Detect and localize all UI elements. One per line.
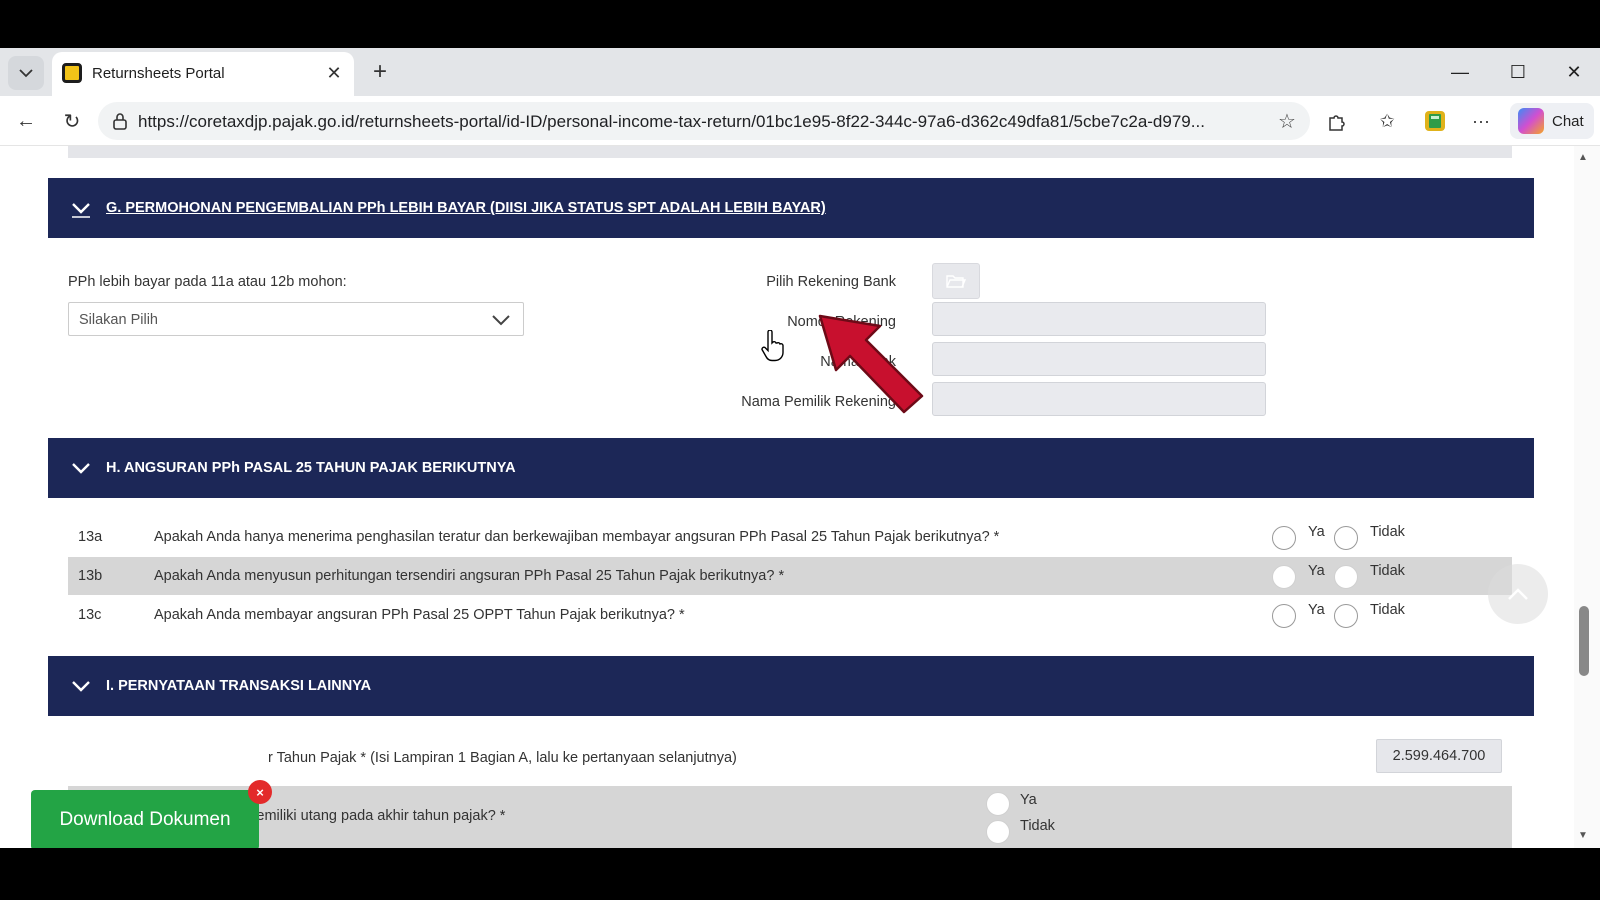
question-text: Apakah Anda membayar angsuran PPh Pasal …: [154, 607, 685, 623]
radio-13a-ya[interactable]: [1272, 526, 1296, 550]
chevron-down-icon: [72, 203, 90, 218]
section-h-header[interactable]: H. ANGSURAN PPh PASAL 25 TAHUN PAJAK BER…: [48, 438, 1534, 498]
radio-label-tidak: Tidak: [1370, 524, 1405, 540]
scroll-to-top-button[interactable]: [1488, 564, 1548, 624]
extensions-icon[interactable]: [1322, 106, 1352, 136]
video-top-letterbox: [0, 0, 1600, 48]
radio-13c-ya[interactable]: [1272, 604, 1296, 628]
more-menu-icon[interactable]: ···: [1466, 106, 1496, 136]
question-row-13c: 13c Apakah Anda membayar angsuran PPh Pa…: [68, 596, 1512, 634]
back-arrow-icon[interactable]: ←: [10, 106, 42, 136]
tab-close-icon[interactable]: ✕: [322, 61, 346, 85]
refund-select-label: PPh lebih bayar pada 11a atau 12b mohon:: [68, 274, 347, 290]
tab-title: Returnsheets Portal: [92, 65, 225, 82]
radio-label-tidak: Tidak: [1020, 818, 1055, 834]
maximize-icon[interactable]: ☐: [1500, 58, 1536, 86]
video-bottom-letterbox: [0, 848, 1600, 900]
section-g-header[interactable]: G. PERMOHONAN PENGEMBALIAN PPh LEBIH BAY…: [48, 178, 1534, 238]
nomor-rekening-field[interactable]: [932, 302, 1266, 336]
radio-13b-tidak[interactable]: [1334, 565, 1358, 589]
question-14a-text: r Tahun Pajak * (Isi Lampiran 1 Bagian A…: [268, 750, 737, 766]
lock-icon[interactable]: [110, 111, 130, 131]
question-text: Apakah Anda menyusun perhitungan tersend…: [154, 568, 785, 584]
nama-pemilik-field[interactable]: [932, 382, 1266, 416]
chevron-down-icon: [72, 463, 90, 474]
address-toolbar: ← ↻ https://coretaxdjp.pajak.go.id/retur…: [0, 96, 1600, 146]
nama-bank-field[interactable]: [932, 342, 1266, 376]
pilih-rekening-label: Pilih Rekening Bank: [766, 274, 896, 290]
copilot-icon: [1518, 108, 1544, 134]
chevron-down-icon: [492, 315, 510, 326]
question-number: 13c: [78, 607, 102, 623]
favorite-star-icon[interactable]: ☆: [1278, 109, 1302, 133]
download-close-icon[interactable]: ×: [248, 780, 272, 804]
section-i-header[interactable]: I. PERNYATAAN TRANSAKSI LAINNYA: [48, 656, 1534, 716]
radio-label-ya: Ya: [1020, 792, 1037, 808]
radio-13c-tidak[interactable]: [1334, 604, 1358, 628]
page-scrollbar[interactable]: [1574, 146, 1600, 848]
window-close-icon[interactable]: ✕: [1556, 58, 1592, 86]
radio-label-ya: Ya: [1308, 602, 1325, 618]
question-row-13b: 13b Apakah Anda menyusun perhitungan ter…: [68, 557, 1512, 595]
annotation-arrow-icon: [818, 314, 924, 414]
question-text: Apakah Anda hanya menerima penghasilan t…: [154, 529, 1000, 545]
radio-13b-ya[interactable]: [1272, 565, 1296, 589]
browser-tab-active[interactable]: Returnsheets Portal ✕: [52, 52, 354, 96]
tab-strip: Returnsheets Portal ✕ + — ☐ ✕: [0, 48, 1600, 96]
scrollbar-thumb[interactable]: [1579, 606, 1589, 676]
url-text: https://coretaxdjp.pajak.go.id/returnshe…: [138, 112, 1205, 131]
section-g-title[interactable]: G. PERMOHONAN PENGEMBALIAN PPh LEBIH BAY…: [106, 200, 826, 216]
radio-14b-tidak[interactable]: [986, 820, 1010, 844]
radio-label-ya: Ya: [1308, 524, 1325, 540]
question-row-14b: 14b Apakah Anda memiliki utang pada akhi…: [68, 786, 1512, 848]
radio-label-ya: Ya: [1308, 563, 1325, 579]
reload-icon[interactable]: ↻: [56, 106, 88, 136]
new-tab-button[interactable]: +: [366, 58, 394, 86]
radio-14b-ya[interactable]: [986, 792, 1010, 816]
folder-open-icon: [946, 275, 966, 288]
site-favicon-icon: [62, 63, 82, 83]
address-bar[interactable]: https://coretaxdjp.pajak.go.id/returnshe…: [98, 102, 1310, 140]
section-i-title: I. PERNYATAAN TRANSAKSI LAINNYA: [106, 678, 372, 694]
tab-actions-button[interactable]: [8, 56, 44, 90]
copilot-chat-button[interactable]: Chat: [1510, 103, 1594, 139]
refund-select-value: Silakan Pilih: [79, 312, 158, 328]
question-row-13a: 13a Apakah Anda hanya menerima penghasil…: [68, 518, 1512, 556]
scroll-down-arrow-icon[interactable]: ▼: [1578, 830, 1590, 842]
question-number: 13a: [78, 529, 103, 545]
section-h-title: H. ANGSURAN PPh PASAL 25 TAHUN PAJAK BER…: [106, 460, 516, 476]
radio-label-tidak: Tidak: [1370, 563, 1405, 579]
favorites-list-icon[interactable]: ✩: [1372, 106, 1402, 136]
page-content: G. PERMOHONAN PENGEMBALIAN PPh LEBIH BAY…: [0, 146, 1600, 848]
question-number: 13b: [78, 568, 103, 584]
calculator-extension-icon[interactable]: [1420, 106, 1450, 136]
previous-section-footer: [68, 146, 1512, 158]
scroll-up-arrow-icon[interactable]: ▲: [1578, 152, 1590, 164]
refund-option-select[interactable]: Silakan Pilih: [68, 302, 524, 336]
chevron-down-icon: [72, 681, 90, 692]
radio-13a-tidak[interactable]: [1334, 526, 1358, 550]
download-document-button[interactable]: Download Dokumen: [31, 790, 259, 848]
chevron-down-icon: [19, 69, 33, 78]
chat-label: Chat: [1552, 112, 1584, 130]
radio-label-tidak: Tidak: [1370, 602, 1405, 618]
question-14a-value-field[interactable]: 2.599.464.700: [1376, 739, 1502, 773]
hand-pointer-cursor-icon: [761, 330, 784, 362]
minimize-icon[interactable]: —: [1442, 58, 1478, 86]
select-bank-account-button[interactable]: [932, 263, 980, 299]
browser-window: Returnsheets Portal ✕ + — ☐ ✕ ← ↻ https:…: [0, 48, 1600, 848]
chevron-up-icon: [1508, 588, 1528, 600]
